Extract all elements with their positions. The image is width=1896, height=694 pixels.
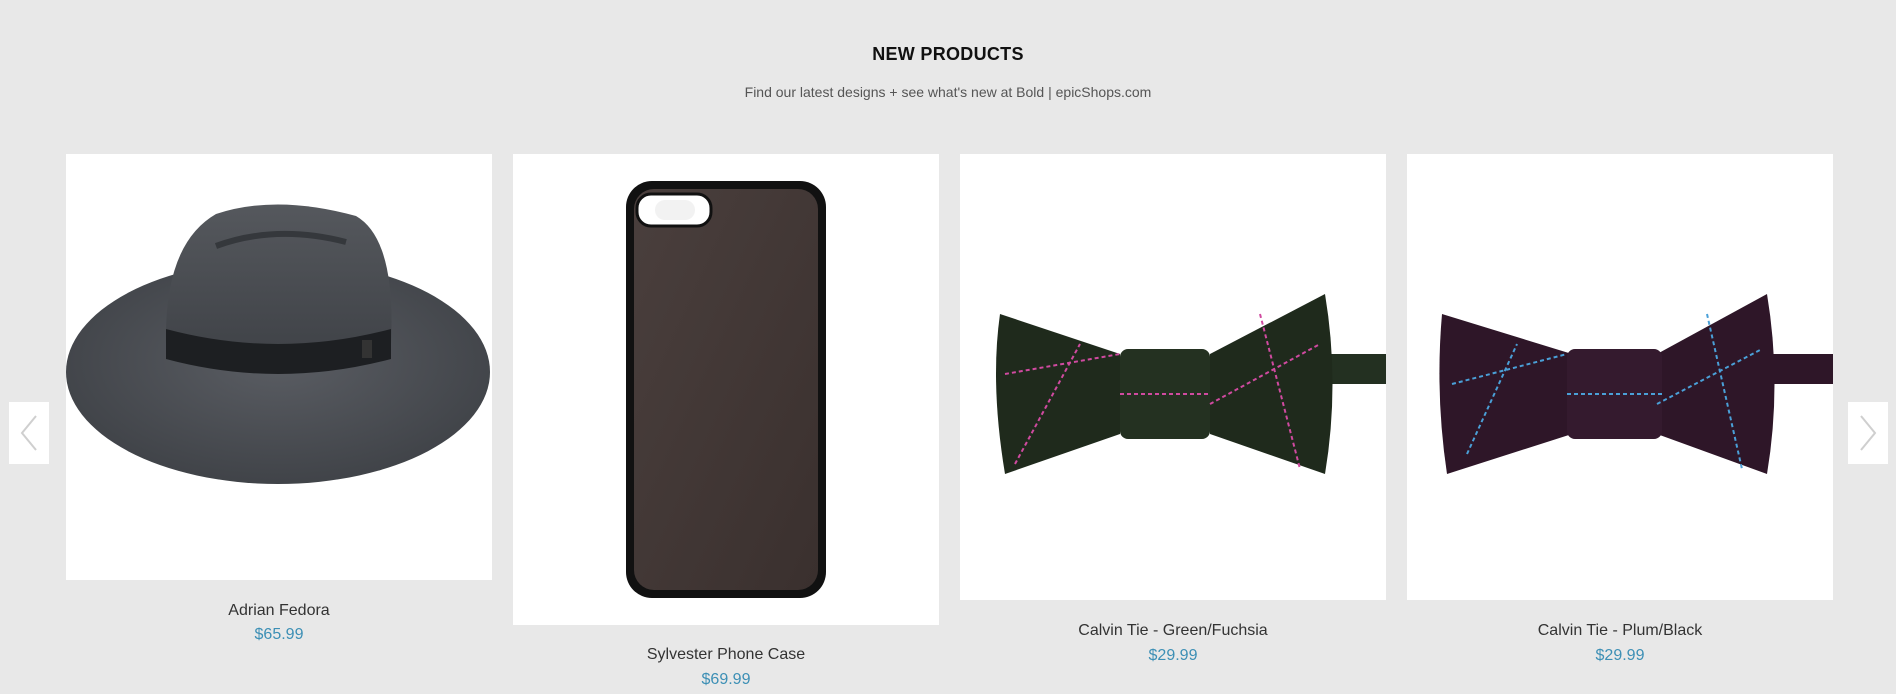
product-name[interactable]: Sylvester Phone Case — [513, 646, 939, 664]
product-image-bowtie-plum[interactable] — [1407, 154, 1833, 600]
phone-case-image — [626, 181, 826, 598]
product-image-fedora[interactable] — [66, 154, 492, 580]
product-price: $65.99 — [254, 626, 304, 643]
section-title: NEW PRODUCTS — [872, 44, 1024, 64]
fedora-hat-image — [66, 204, 490, 484]
chevron-left-icon — [20, 415, 37, 451]
carousel-prev-button[interactable] — [9, 402, 49, 464]
chevron-right-icon — [1860, 415, 1877, 451]
section-subtitle: Find our latest designs + see what's new… — [744, 84, 1152, 100]
bow-tie-green-image — [996, 294, 1386, 474]
product-name[interactable]: Adrian Fedora — [66, 602, 492, 620]
product-image-phone-case[interactable] — [513, 154, 939, 625]
bow-tie-plum-image — [1439, 294, 1833, 474]
product-price: $29.99 — [1595, 647, 1645, 664]
product-price: $69.99 — [701, 671, 751, 688]
product-name[interactable]: Calvin Tie - Green/Fuchsia — [960, 622, 1386, 640]
product-name[interactable]: Calvin Tie - Plum/Black — [1407, 622, 1833, 640]
product-price: $29.99 — [1148, 647, 1198, 664]
carousel-next-button[interactable] — [1848, 402, 1888, 464]
product-image-bowtie-green[interactable] — [960, 154, 1386, 600]
